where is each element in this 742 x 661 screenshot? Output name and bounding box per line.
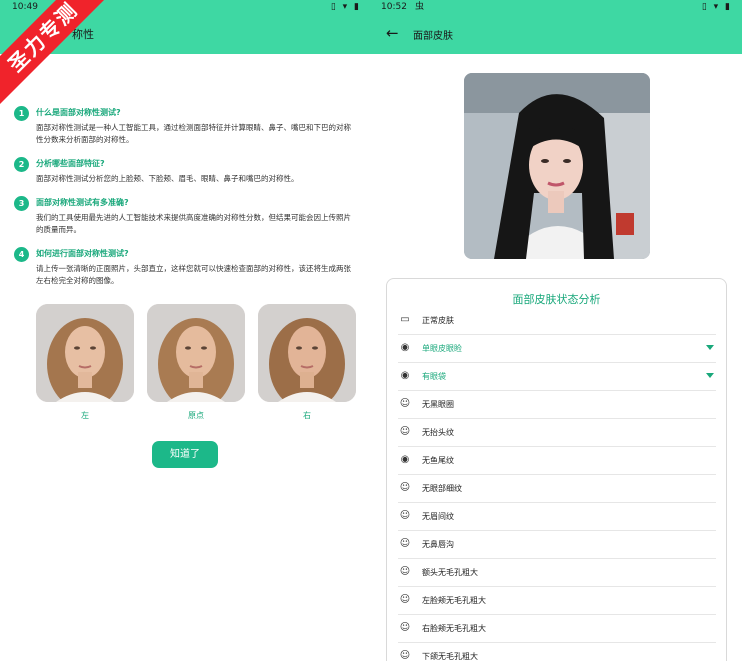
list-item-label: 右脸颊无毛孔粗大: [422, 624, 486, 633]
eye-icon: ◉: [400, 370, 410, 381]
list-item-label: 有眼袋: [422, 372, 446, 381]
face-icon: ☺: [399, 426, 411, 437]
list-item-expandable[interactable]: ◉ 单眼皮眼睑: [398, 335, 716, 363]
face-label-original: 原点: [188, 411, 204, 420]
list-item-label: 单眼皮眼睑: [422, 344, 462, 353]
chevron-down-icon[interactable]: [706, 373, 714, 378]
list-item-label: 无鱼尾纹: [422, 456, 454, 465]
faq-question: 如何进行面部对称性测试?: [36, 249, 129, 258]
portrait-photo-icon: [464, 73, 650, 259]
face-label-right: 右: [303, 411, 311, 420]
list-item-label: 无眉间纹: [422, 512, 454, 521]
status-icons: ▯ ▾ ▮: [701, 2, 732, 12]
face-icon: ☺: [399, 510, 411, 521]
list-item: ☺ 无黑眼圈: [398, 391, 716, 419]
face-image-right[interactable]: [258, 304, 356, 402]
screenshot: 10:49 ▯ ▾ ▮ 称性 圣力专测 1 什么是面部对称性测试? 面部对称性测…: [0, 0, 742, 661]
list-item: ☺ 无眼部细纹: [398, 475, 716, 503]
list-item-expandable[interactable]: ◉ 有眼袋: [398, 363, 716, 391]
number-badge: 2: [14, 157, 29, 172]
faq-answer: 我们的工具使用最先进的人工智能技术来提供高度准确的对称性分数，但结果可能会因上传…: [36, 213, 351, 234]
list-item: ☺ 无鼻唇沟: [398, 531, 716, 559]
list-item: ☺ 下颌无毛孔粗大: [398, 643, 716, 661]
skin-analysis-card: 面部皮肤状态分析 ▭ 正常皮肤 ◉ 单眼皮眼睑 ◉ 有眼袋 ☺ 无黑眼圈 ☺ 无…: [386, 278, 727, 661]
got-it-button[interactable]: 知道了: [152, 441, 218, 468]
list-item: ◉ 无鱼尾纹: [398, 447, 716, 475]
face-icon: ☺: [399, 594, 411, 605]
status-time: 10:49: [12, 2, 38, 12]
face-portrait-icon: [147, 304, 245, 402]
list-item-label: 无鼻唇沟: [422, 540, 454, 549]
list-item-label: 左脸颊无毛孔粗大: [422, 596, 486, 605]
face-icon: ☺: [399, 566, 411, 577]
app-bar: ← 面部皮肤: [371, 14, 742, 54]
eye-icon: ◉: [400, 342, 410, 353]
number-badge: 1: [14, 106, 29, 121]
list-item-label: 无抬头纹: [422, 428, 454, 437]
skin-icon: ▭: [400, 314, 410, 325]
face-icon: ☺: [399, 650, 411, 661]
bug-icon: 虫: [415, 2, 425, 12]
arrow-left-icon[interactable]: ←: [386, 24, 399, 42]
eye-icon: ◉: [400, 454, 410, 465]
face-portrait-icon: [36, 304, 134, 402]
face-portrait-icon: [258, 304, 356, 402]
list-item-label: 无眼部细纹: [422, 484, 462, 493]
face-icon: ☺: [399, 398, 411, 409]
list-item-label: 无黑眼圈: [422, 400, 454, 409]
list-item: ☺ 额头无毛孔粗大: [398, 559, 716, 587]
chevron-down-icon[interactable]: [706, 345, 714, 350]
list-item: ▭ 正常皮肤: [398, 307, 716, 335]
face-image-original[interactable]: [147, 304, 245, 402]
list-item-label: 额头无毛孔粗大: [422, 568, 478, 577]
status-time: 10:52: [381, 2, 407, 12]
face-icon: ☺: [399, 482, 411, 493]
skin-analysis-screen: 10:52 虫 ▯ ▾ ▮ ← 面部皮肤 面部皮肤状态分析 ▭ 正常皮肤 ◉ 单…: [371, 0, 742, 661]
list-item: ☺ 无眉间纹: [398, 503, 716, 531]
list-item-label: 下颌无毛孔粗大: [422, 652, 478, 661]
faq-question: 面部对称性测试有多准确?: [36, 198, 129, 207]
face-icon: ☺: [399, 538, 411, 549]
number-badge: 3: [14, 196, 29, 211]
faq-answer: 面部对称性测试是一种人工智能工具，通过检测面部特征并计算眼睛、鼻子、嘴巴和下巴的…: [36, 123, 351, 144]
list-item-label: 正常皮肤: [422, 316, 454, 325]
face-label-left: 左: [81, 411, 89, 420]
symmetry-screen: 10:49 ▯ ▾ ▮ 称性 圣力专测 1 什么是面部对称性测试? 面部对称性测…: [0, 0, 371, 661]
face-image-left[interactable]: [36, 304, 134, 402]
faq-question: 什么是面部对称性测试?: [36, 108, 121, 117]
card-title: 面部皮肤状态分析: [512, 293, 601, 306]
uploaded-photo: [464, 73, 650, 259]
list-item: ☺ 左脸颊无毛孔粗大: [398, 587, 716, 615]
status-bar: 10:52 虫 ▯ ▾ ▮: [371, 0, 742, 14]
status-icons: ▯ ▾ ▮: [330, 2, 361, 12]
page-title: 面部皮肤: [413, 31, 453, 42]
face-variants: 左 原点 右: [36, 304, 356, 424]
faq-question: 分析哪些面部特征?: [36, 159, 105, 168]
list-item: ☺ 无抬头纹: [398, 419, 716, 447]
faq-answer: 请上传一张清晰的正面照片，头部直立，这样您就可以快速检查面部的对称性，该还将生成…: [36, 264, 351, 285]
number-badge: 4: [14, 247, 29, 262]
faq-answer: 面部对称性测试分析您的上脸颊、下脸颊、眉毛、眼睛、鼻子和嘴巴的对称性。: [36, 174, 299, 183]
list-item: ☺ 右脸颊无毛孔粗大: [398, 615, 716, 643]
face-icon: ☺: [399, 622, 411, 633]
